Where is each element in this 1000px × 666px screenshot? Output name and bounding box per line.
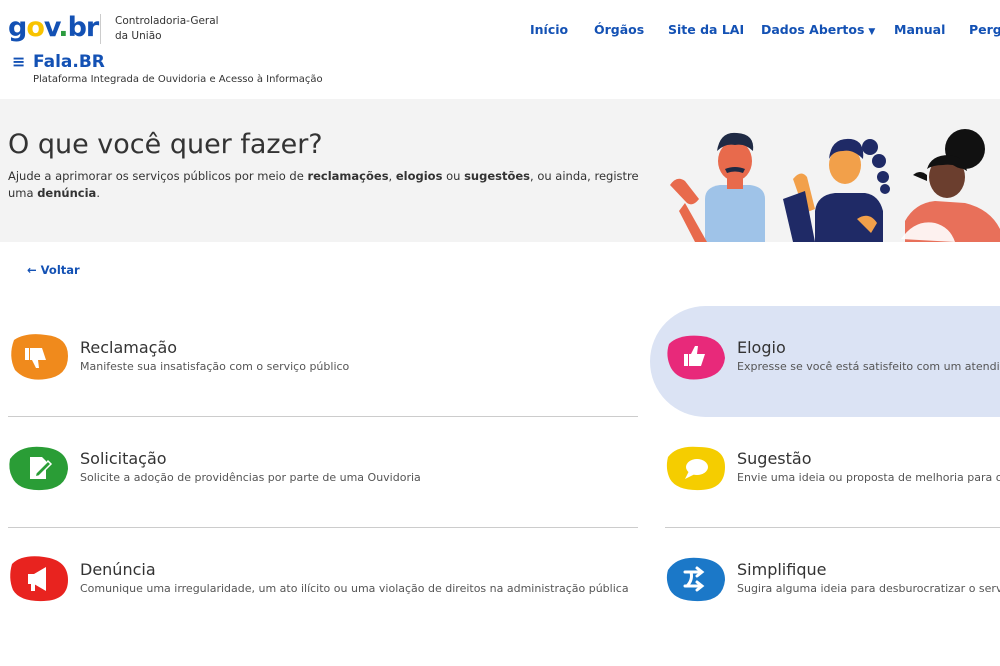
option-description: Sugira alguma ideia para desburocratizar… xyxy=(737,582,1000,595)
gov-br-logo[interactable]: gov.br xyxy=(8,12,99,43)
thumbs-down-icon xyxy=(11,334,68,380)
back-link[interactable]: ← Voltar xyxy=(27,263,80,277)
speech-bubble-icon xyxy=(666,446,725,491)
org-line-1: Controladoria-Geral xyxy=(115,15,219,27)
option-description: Envie uma ideia ou proposta de melhoria … xyxy=(737,471,1000,484)
nav-item-inicio[interactable]: Início xyxy=(530,22,568,37)
option-title: Simplifique xyxy=(737,560,827,579)
page-title: O que você quer fazer? xyxy=(8,129,323,160)
option-description: Comunique uma irregularidade, um ato ilí… xyxy=(80,582,629,595)
hamburger-icon[interactable]: ≡ xyxy=(12,52,25,71)
brand-title[interactable]: Fala.BR xyxy=(33,52,105,72)
nav-item-perguntas[interactable]: Pergu xyxy=(969,22,1000,37)
back-label: Voltar xyxy=(40,263,80,277)
option-description: Solicite a adoção de providências por pa… xyxy=(80,471,421,484)
hero-banner: O que você quer fazer? Ajude a aprimorar… xyxy=(0,99,1000,242)
logo-divider xyxy=(100,14,101,44)
people-illustration xyxy=(670,129,1000,242)
thumbs-up-icon xyxy=(667,335,725,380)
option-title: Sugestão xyxy=(737,449,812,468)
page: gov.br Controladoria-Geral da União Iníc… xyxy=(0,0,1000,666)
brand-subtitle: Plataforma Integrada de Ouvidoria e Aces… xyxy=(33,74,323,85)
option-description: Manifeste sua insatisfação com o serviço… xyxy=(80,360,350,373)
shuffle-arrows-icon xyxy=(666,557,725,602)
option-description: Expresse se você está satisfeito com um … xyxy=(737,360,1000,373)
option-sugestao[interactable]: Sugestão Envie uma ideia ou proposta de … xyxy=(665,417,1000,527)
option-reclamacao[interactable]: Reclamação Manifeste sua insatisfação co… xyxy=(8,306,638,416)
option-elogio[interactable]: Elogio Expresse se você está satisfeito … xyxy=(665,306,1000,416)
nav-item-dados-abertos[interactable]: Dados Abertos ▼ xyxy=(761,22,875,37)
option-denuncia[interactable]: Denúncia Comunique uma irregularidade, u… xyxy=(8,528,638,638)
nav-item-manual[interactable]: Manual xyxy=(894,22,945,37)
option-title: Denúncia xyxy=(80,560,156,579)
option-solicitacao[interactable]: Solicitação Solicite a adoção de providê… xyxy=(8,417,638,527)
option-simplifique[interactable]: Simplifique Sugira alguma ideia para des… xyxy=(665,528,1000,638)
nav-item-site-da-lai[interactable]: Site da LAI xyxy=(668,22,744,37)
nav-item-orgaos[interactable]: Órgãos xyxy=(594,22,644,37)
megaphone-icon xyxy=(10,556,69,602)
option-title: Solicitação xyxy=(80,449,167,468)
option-title: Elogio xyxy=(737,338,786,357)
arrow-left-icon: ← xyxy=(27,263,41,277)
nav-item-dados-abertos-label: Dados Abertos xyxy=(761,22,865,37)
option-title: Reclamação xyxy=(80,338,178,357)
caret-down-icon: ▼ xyxy=(868,27,876,37)
site-header: gov.br Controladoria-Geral da União Iníc… xyxy=(0,0,1000,99)
org-line-2: da União xyxy=(115,30,162,42)
org-name: Controladoria-Geral da União xyxy=(115,14,225,44)
edit-document-icon xyxy=(9,446,69,491)
banner-description: Ajude a aprimorar os serviços públicos p… xyxy=(8,169,639,200)
